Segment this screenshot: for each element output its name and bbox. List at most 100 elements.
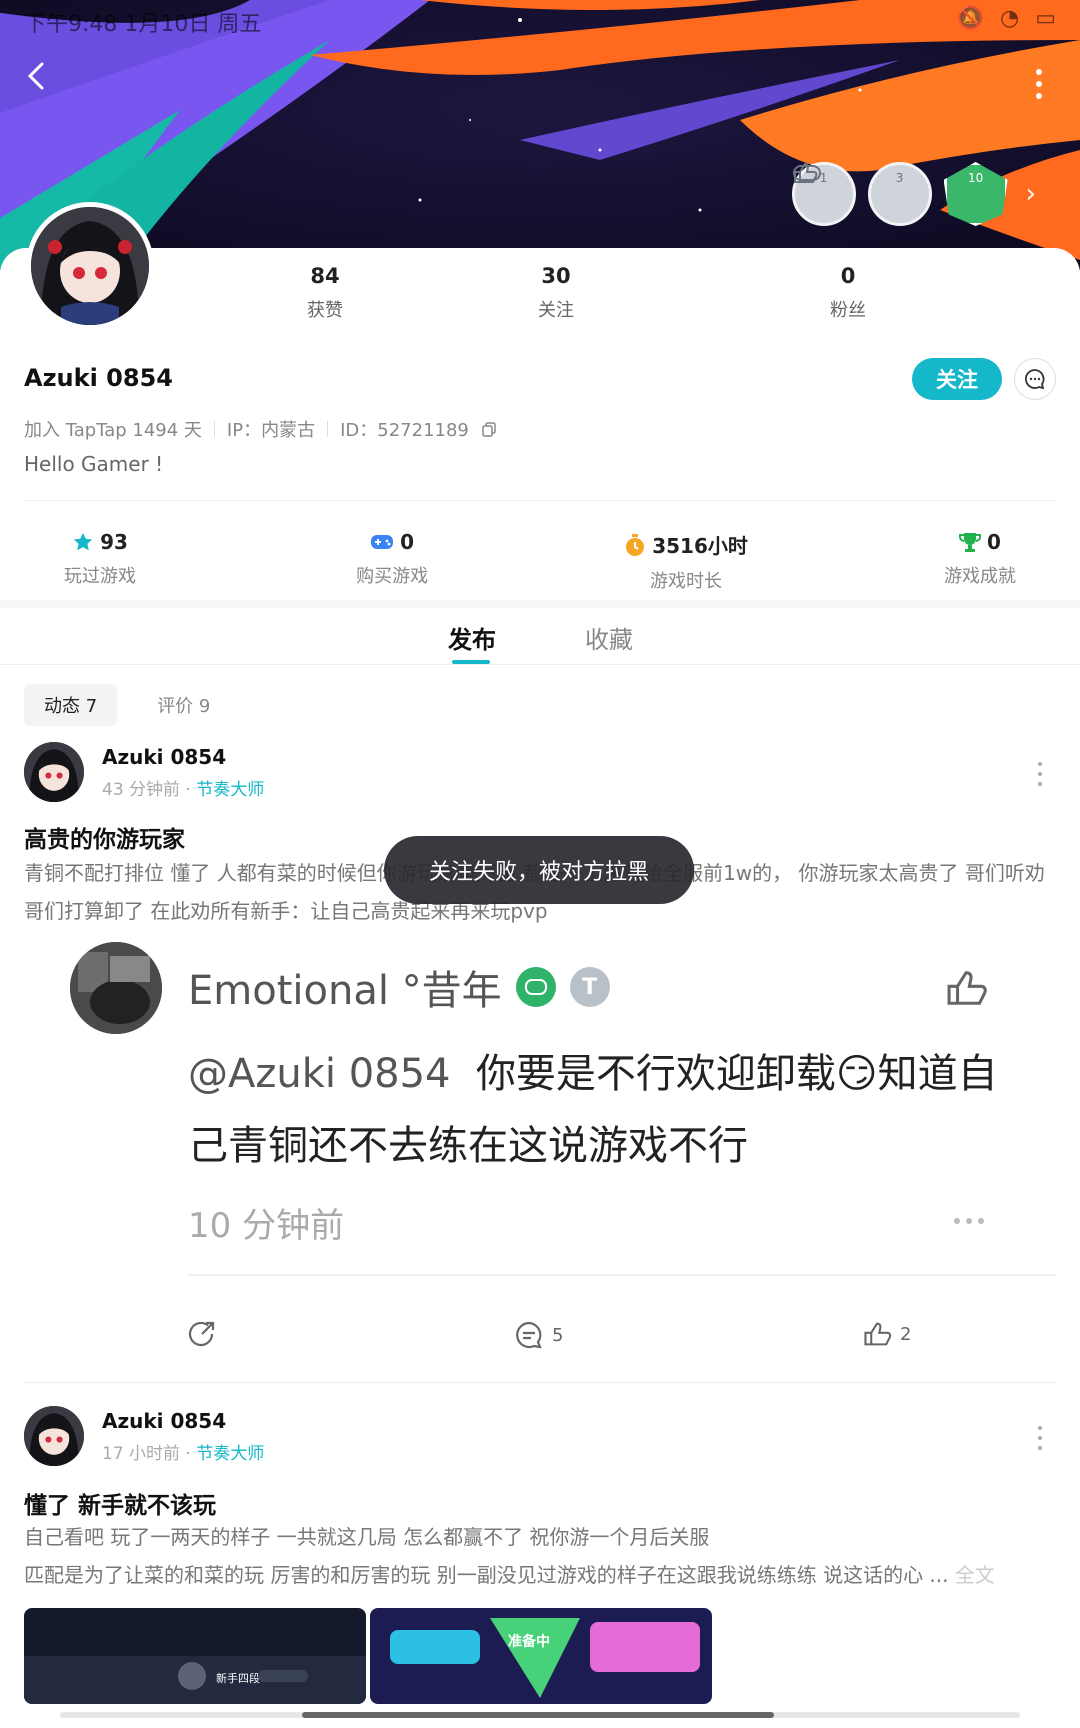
post-avatar[interactable] <box>24 1406 84 1466</box>
post-body[interactable]: 自己看吧 玩了一两天的样子 一共就这几局 怎么都赢不了 祝你游一个月后关服 匹配… <box>24 1518 1050 1594</box>
post-menu-button[interactable] <box>1038 762 1046 786</box>
more-options-button[interactable] <box>1024 64 1054 104</box>
profile-bio: Hello Gamer ! <box>24 452 164 476</box>
avatar-image <box>24 742 84 802</box>
thumb-label: 准备中 <box>508 1633 550 1650</box>
post-header[interactable]: Azuki 0854 43 分钟前 · 节奏大师 <box>24 742 264 802</box>
comment-count: 5 <box>552 1324 564 1346</box>
dot-icon <box>1038 1426 1042 1430</box>
post-avatar[interactable] <box>24 742 84 802</box>
stat-number: 0 <box>840 264 856 288</box>
gamepad-icon <box>371 535 394 549</box>
stat-likes[interactable]: 84 获赞 <box>240 264 410 322</box>
stat-number: 0 <box>400 530 415 554</box>
stat-label: 购买游戏 <box>356 566 429 587</box>
thumbs-up-icon <box>864 1322 892 1346</box>
dot-icon <box>1038 782 1042 786</box>
avatar-image <box>31 207 149 325</box>
stat-label: 关注 <box>538 300 574 321</box>
post-time: 17 小时前 · <box>102 1443 197 1464</box>
stat-number: 3516小时 <box>652 534 748 558</box>
tab-posts[interactable]: 发布 <box>448 620 496 655</box>
played-games[interactable]: 93 玩过游戏 <box>40 530 160 593</box>
follow-button[interactable]: 关注 <box>912 358 1002 400</box>
post-meta: 17 小时前 · 节奏大师 <box>102 1439 264 1464</box>
post-title[interactable]: 高贵的你游玩家 <box>24 820 185 854</box>
like-count: 2 <box>900 1323 912 1345</box>
dot-icon <box>1038 772 1042 776</box>
stat-number: 0 <box>987 530 1001 554</box>
stat-number: 93 <box>100 530 128 554</box>
tab-favorites[interactable]: 收藏 <box>585 620 633 655</box>
post-game-tag[interactable]: 节奏大师 <box>196 780 264 800</box>
stat-label: 粉丝 <box>830 300 866 321</box>
wifi-icon: ◔ <box>1000 6 1020 31</box>
copy-icon[interactable] <box>481 421 497 437</box>
read-more-link[interactable]: 全文 <box>955 1563 995 1587</box>
share-button[interactable] <box>186 1320 216 1350</box>
commenter-name: Emotional °昔年 <box>188 968 502 1014</box>
profile-meta: 加入 TapTap 1494 天 IP：内蒙古 ID：52721189 <box>24 416 497 442</box>
post-game-tag[interactable]: 节奏大师 <box>196 1444 264 1464</box>
purchased-games[interactable]: 0 购买游戏 <box>332 530 452 593</box>
stat-followers[interactable]: 0 粉丝 <box>702 264 994 322</box>
scrollbar-thumb[interactable] <box>302 1712 774 1718</box>
scrollbar[interactable] <box>60 1712 1020 1718</box>
dot-icon <box>1038 1446 1042 1450</box>
profile-banner: 下午9:48 1月10日 周五 🔕 ◔ ▭ 1 3 10 › <box>0 0 1080 270</box>
more-dot-icon <box>1036 93 1042 99</box>
badge-like-icon[interactable]: 3 <box>793 162 932 226</box>
comment-button[interactable]: 5 <box>514 1320 563 1350</box>
play-time[interactable]: 3516小时 游戏时长 <box>624 530 748 593</box>
game-screenshot-image: 新手四段 <box>24 1608 366 1704</box>
stat-label: 游戏成就 <box>944 566 1016 587</box>
subtab-reviews[interactable]: 评价 9 <box>137 684 230 726</box>
stat-following[interactable]: 30 关注 <box>410 264 702 322</box>
chat-bubble-icon <box>1024 369 1045 390</box>
badge-list[interactable]: 1 3 10 › <box>791 162 1036 226</box>
badge-green-like-icon[interactable]: 10 <box>943 162 1008 226</box>
comment-icon <box>516 1321 542 1349</box>
subtab-moments[interactable]: 动态 7 <box>24 684 118 726</box>
divider <box>188 1274 1056 1276</box>
profile-name: Azuki 0854 <box>24 364 173 392</box>
post-actions: 5 2 <box>0 1320 1080 1370</box>
post-image-comment-screenshot[interactable]: Emotional °昔年 T @Azuki 0854 你要是不行欢迎卸载😏知道… <box>24 928 1056 1288</box>
battery-icon: ▭ <box>1035 6 1056 31</box>
profile-avatar[interactable] <box>26 202 154 330</box>
status-time: 下午9:48 1月10日 周五 <box>24 12 262 37</box>
like-button[interactable]: 2 <box>862 1320 911 1348</box>
stat-label: 玩过游戏 <box>64 566 136 587</box>
stat-label: 获赞 <box>307 300 343 321</box>
post-time: 43 分钟前 · <box>102 779 197 800</box>
divider <box>0 664 1080 665</box>
badge-level: 3 <box>895 171 904 185</box>
divider <box>213 421 215 437</box>
post-menu-button[interactable] <box>1038 1426 1046 1450</box>
post-images: 新手四段 准备中 <box>24 1608 712 1704</box>
post-image-thumb[interactable]: 新手四段 <box>24 1608 366 1704</box>
divider <box>24 1382 1056 1383</box>
section-separator <box>0 600 1080 608</box>
message-button[interactable] <box>1014 358 1056 400</box>
more-dots-icon <box>954 1218 984 1224</box>
back-button[interactable] <box>26 62 62 106</box>
chevron-right-icon[interactable]: › <box>1026 179 1036 209</box>
comment-text: @Azuki 0854 你要是不行欢迎卸载😏知道自己青铜还不去练在这说游戏不行 <box>188 1038 1018 1182</box>
trophy-icon <box>959 533 982 552</box>
sub-tabs: 动态 7 评价 9 <box>24 684 230 726</box>
post-author-name: Azuki 0854 <box>102 1408 227 1433</box>
post-image-thumb[interactable]: 准备中 <box>370 1608 712 1704</box>
achievements[interactable]: 0 游戏成就 <box>920 530 1040 593</box>
post-title[interactable]: 懂了 新手就不该玩 <box>24 1486 216 1520</box>
badge-level: 10 <box>967 171 984 185</box>
commenter-name-row: Emotional °昔年 T <box>188 958 610 1016</box>
stat-number: 84 <box>310 264 340 288</box>
post-author-block: Azuki 0854 43 分钟前 · 节奏大师 <box>102 745 264 800</box>
more-dot-icon <box>1036 81 1042 87</box>
post-body-line: 自己看吧 玩了一两天的样子 一共就这几局 怎么都赢不了 祝你游一个月后关服 <box>24 1525 710 1549</box>
dot-icon <box>1038 1436 1042 1440</box>
post-header[interactable]: Azuki 0854 17 小时前 · 节奏大师 <box>24 1406 264 1466</box>
game-screenshot-image: 准备中 <box>370 1608 712 1704</box>
timer-icon <box>626 533 645 556</box>
